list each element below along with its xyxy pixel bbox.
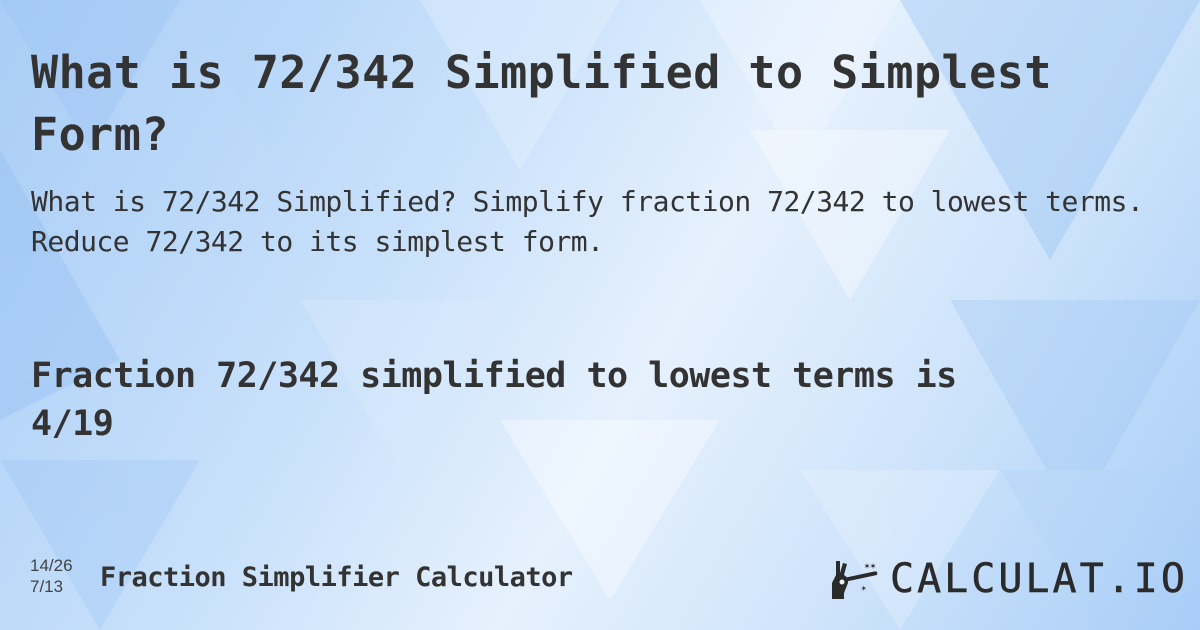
page-title: What is 72/342 Simplified to Simplest Fo… bbox=[31, 46, 1052, 161]
footer-fraction-top: 14/26 bbox=[30, 556, 73, 575]
svg-text:✶: ✶ bbox=[861, 584, 867, 594]
logo-text: CALCULAT.IO bbox=[890, 556, 1188, 603]
answer-block: Fraction 72/342 simplified to lowest ter… bbox=[31, 352, 1171, 448]
answer-text: Fraction 72/342 simplified to lowest ter… bbox=[31, 356, 957, 396]
calculator-name-link[interactable]: Fraction Simplifier Calculator bbox=[100, 562, 573, 593]
footer-fraction-examples: 14/26 7/13 bbox=[30, 555, 73, 597]
svg-text:✶✶: ✶✶ bbox=[864, 561, 876, 572]
page-content: What is 72/342 Simplified to Simplest Fo… bbox=[0, 0, 1200, 630]
calculat-io-logo[interactable]: ✶✶ ✶ CALCULAT.IO bbox=[828, 556, 1188, 602]
page-description: What is 72/342 Simplified? Simplify frac… bbox=[31, 185, 1144, 258]
answer-result: 4/19 bbox=[31, 404, 114, 444]
magic-wand-hand-icon: ✶✶ ✶ bbox=[832, 561, 878, 599]
footer-fraction-bottom: 7/13 bbox=[30, 577, 64, 596]
